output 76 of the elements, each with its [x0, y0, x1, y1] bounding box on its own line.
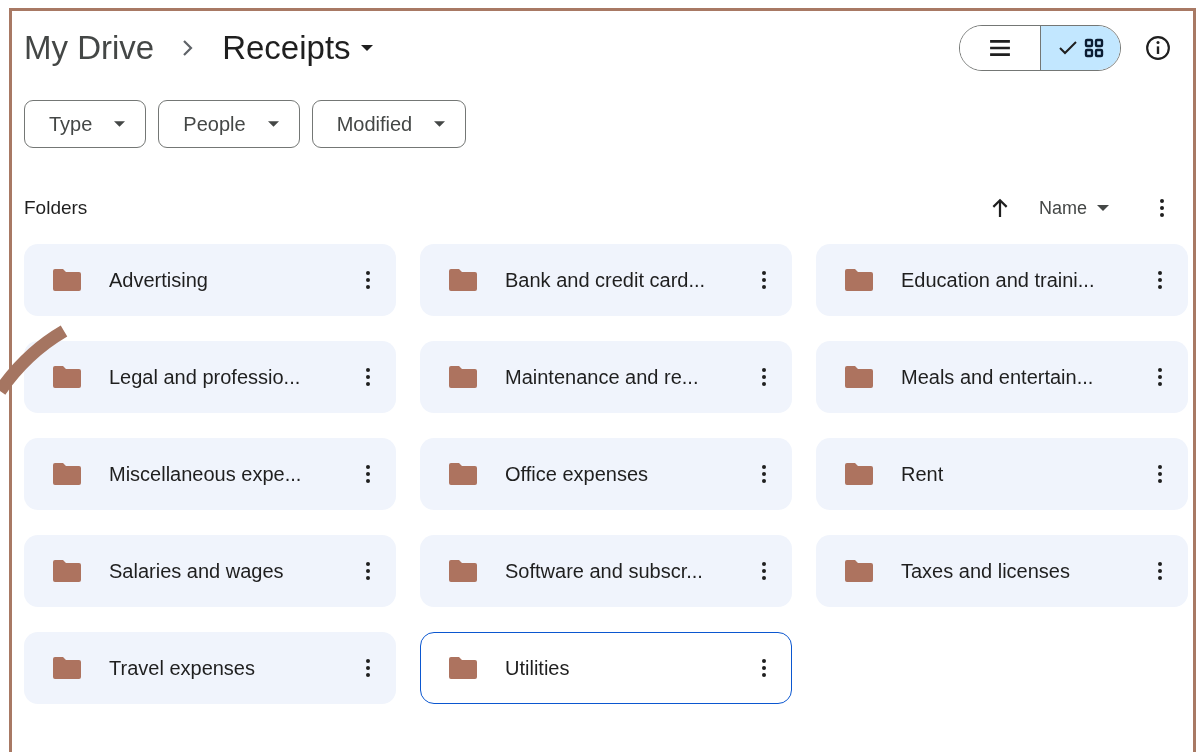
folder-card[interactable]: Utilities — [420, 632, 792, 704]
more-icon[interactable] — [365, 270, 371, 290]
folder-card[interactable]: Maintenance and re... — [420, 341, 792, 413]
more-icon[interactable] — [761, 561, 767, 581]
folder-icon — [844, 365, 874, 389]
folder-name: Miscellaneous expe... — [109, 462, 303, 486]
folder-name: Software and subscr... — [505, 559, 704, 583]
folder-card[interactable]: Advertising — [24, 244, 396, 316]
more-icon[interactable] — [761, 367, 767, 387]
arrow-up-icon[interactable] — [991, 198, 1009, 218]
folder-icon — [844, 462, 874, 486]
more-icon[interactable] — [761, 270, 767, 290]
more-icon[interactable] — [1157, 367, 1163, 387]
folder-name: Meals and entertain... — [901, 365, 1095, 389]
filter-chip[interactable]: People — [158, 100, 300, 148]
more-icon[interactable] — [365, 464, 371, 484]
breadcrumb-item[interactable]: My Drive — [24, 29, 155, 67]
folder-card[interactable]: Miscellaneous expe... — [24, 438, 396, 510]
filter-chip[interactable]: Type — [24, 100, 147, 148]
more-icon[interactable] — [365, 561, 371, 581]
more-icon[interactable] — [761, 658, 767, 678]
folder-card[interactable]: Rent — [816, 438, 1188, 510]
folder-name: Education and traini... — [901, 268, 1096, 292]
folder-name: Taxes and licenses — [901, 559, 1071, 583]
folder-icon — [448, 365, 478, 389]
folder-card[interactable]: Taxes and licenses — [816, 535, 1188, 607]
folder-icon — [52, 462, 82, 486]
folder-card[interactable]: Office expenses — [420, 438, 792, 510]
folder-icon — [448, 268, 478, 292]
folder-icon — [52, 365, 82, 389]
folder-card[interactable]: Education and traini... — [816, 244, 1188, 316]
more-icon[interactable] — [365, 658, 371, 678]
folder-card[interactable]: Meals and entertain... — [816, 341, 1188, 413]
folder-card[interactable]: Salaries and wages — [24, 535, 396, 607]
more-icon[interactable] — [1157, 464, 1163, 484]
folder-name: Maintenance and re... — [505, 365, 700, 389]
folder-icon — [52, 656, 82, 680]
more-icon[interactable] — [365, 367, 371, 387]
section-title: Folders — [24, 197, 88, 219]
folder-card[interactable]: Software and subscr... — [420, 535, 792, 607]
folder-icon — [52, 559, 82, 583]
more-icon[interactable] — [761, 464, 767, 484]
folder-card[interactable]: Bank and credit card... — [420, 244, 792, 316]
checkmark-icon — [1057, 40, 1078, 56]
caret-down-icon — [1097, 205, 1109, 211]
folder-icon — [844, 268, 874, 292]
caret-down-icon — [114, 121, 126, 127]
chevron-right-icon — [182, 39, 195, 57]
folder-name: Office expenses — [505, 462, 650, 486]
caret-down-icon — [360, 45, 373, 51]
folder-name: Rent — [901, 462, 945, 486]
list-icon — [989, 39, 1011, 57]
folder-card[interactable]: Legal and professio... — [24, 341, 396, 413]
folder-name: Salaries and wages — [109, 559, 285, 583]
more-icon[interactable] — [1157, 270, 1163, 290]
caret-down-icon — [434, 121, 446, 127]
folder-card[interactable]: Travel expenses — [24, 632, 396, 704]
folder-icon — [448, 462, 478, 486]
folder-name: Bank and credit card... — [505, 268, 707, 292]
more-icon[interactable] — [1159, 198, 1165, 218]
sort-button[interactable]: Name — [1039, 197, 1109, 219]
folder-icon — [448, 559, 478, 583]
folder-name: Utilities — [505, 656, 571, 680]
folder-icon — [448, 656, 478, 680]
folder-name: Advertising — [109, 268, 209, 292]
grid-icon — [1083, 38, 1104, 58]
grid-view-button[interactable] — [1040, 26, 1120, 70]
caret-down-icon — [267, 121, 279, 127]
breadcrumb-item[interactable]: Receipts — [222, 29, 373, 67]
filter-chip[interactable]: Modified — [311, 100, 467, 148]
folder-icon — [844, 559, 874, 583]
folder-icon — [52, 268, 82, 292]
more-icon[interactable] — [1157, 561, 1163, 581]
info-icon[interactable] — [1145, 35, 1171, 61]
folder-name: Legal and professio... — [109, 365, 302, 389]
folder-name: Travel expenses — [109, 656, 256, 680]
